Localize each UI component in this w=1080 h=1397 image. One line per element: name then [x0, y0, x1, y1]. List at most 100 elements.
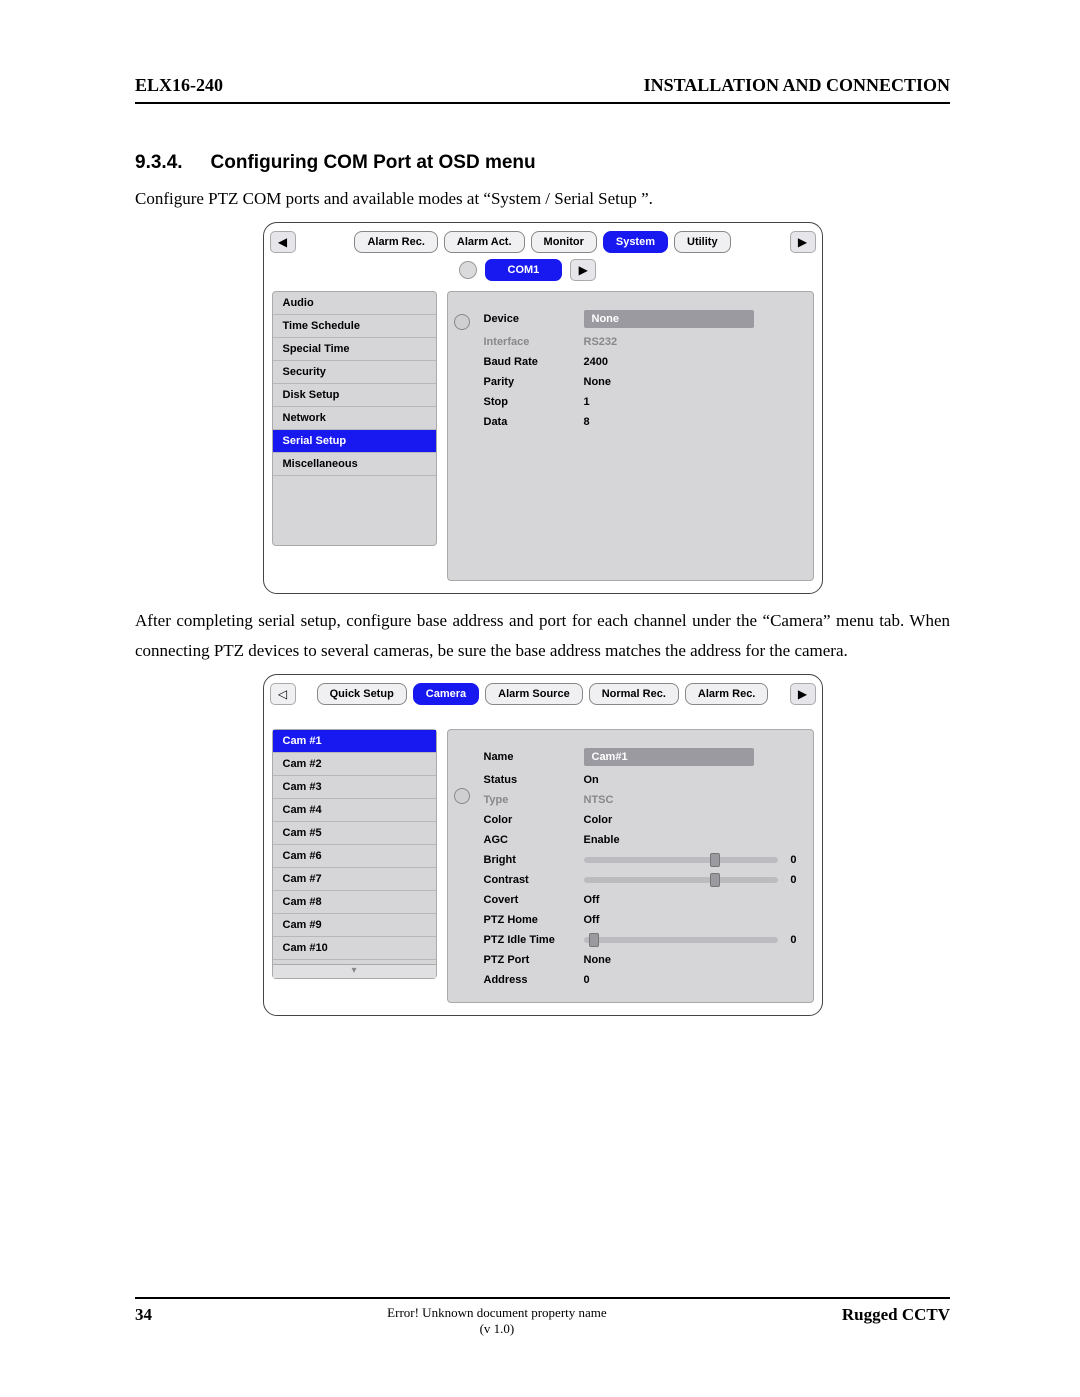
setting-value[interactable]: Enable: [580, 830, 801, 850]
setting-row: Data8: [460, 412, 801, 432]
tab-system[interactable]: System: [603, 231, 668, 253]
sidebar-item-cam-9[interactable]: Cam #9: [273, 914, 436, 937]
com-next-icon[interactable]: ▶: [570, 259, 596, 281]
sidebar-camera-list: Cam #1Cam #2Cam #3Cam #4Cam #5Cam #6Cam …: [272, 729, 437, 979]
setting-row: AGCEnable: [460, 830, 801, 850]
sidebar-item-cam-8[interactable]: Cam #8: [273, 891, 436, 914]
tab-monitor[interactable]: Monitor: [531, 231, 597, 253]
setting-label: Bright: [460, 850, 580, 870]
sidebar-item-cam-7[interactable]: Cam #7: [273, 868, 436, 891]
footer-right: Rugged CCTV: [842, 1305, 950, 1325]
setting-value[interactable]: Off: [580, 910, 801, 930]
setting-value[interactable]: 1: [580, 392, 801, 412]
nav-right-arrow-icon[interactable]: ▶: [790, 231, 816, 253]
sidebar-item-cam-4[interactable]: Cam #4: [273, 799, 436, 822]
setting-value[interactable]: Cam#1: [580, 744, 801, 770]
setting-row: NameCam#1: [460, 744, 801, 770]
camera-settings-panel: NameCam#1StatusOnTypeNTSCColorColorAGCEn…: [447, 729, 814, 1003]
setting-value[interactable]: None: [580, 950, 801, 970]
setting-label: Device: [460, 306, 580, 332]
setting-label: PTZ Idle Time: [460, 930, 580, 950]
setting-value[interactable]: None: [580, 306, 801, 332]
setting-label: AGC: [460, 830, 580, 850]
setting-row: Stop1: [460, 392, 801, 412]
setting-label: Color: [460, 810, 580, 830]
setting-row: Address0: [460, 970, 801, 990]
section-title: Configuring COM Port at OSD menu: [211, 152, 536, 174]
settings-panel: DeviceNoneInterfaceRS232Baud Rate2400Par…: [447, 291, 814, 581]
sidebar-item-cam-10[interactable]: Cam #10: [273, 937, 436, 960]
tab-alarm-rec-[interactable]: Alarm Rec.: [685, 683, 768, 705]
footer-center-line2: (v 1.0): [480, 1321, 515, 1336]
tab-quick-setup[interactable]: Quick Setup: [317, 683, 407, 705]
setting-row: InterfaceRS232: [460, 332, 801, 352]
tab-normal-rec-[interactable]: Normal Rec.: [589, 683, 679, 705]
sidebar-item-cam-2[interactable]: Cam #2: [273, 753, 436, 776]
sidebar-item-cam-5[interactable]: Cam #5: [273, 822, 436, 845]
setting-row: DeviceNone: [460, 306, 801, 332]
screenshot-camera-setup: ◁ Quick Setup Camera Alarm Source Normal Re…: [263, 674, 823, 1016]
com-prev-icon[interactable]: [459, 261, 477, 279]
tab-alarm-source[interactable]: Alarm Source: [485, 683, 583, 705]
sidebar-item-audio[interactable]: Audio: [273, 292, 436, 315]
setting-label: Address: [460, 970, 580, 990]
sidebar-item-miscellaneous[interactable]: Miscellaneous: [273, 453, 436, 476]
sidebar-item-time-schedule[interactable]: Time Schedule: [273, 315, 436, 338]
setting-value[interactable]: NTSC: [580, 790, 801, 810]
screenshot-serial-setup: ◀ Alarm Rec. Alarm Act. Monitor System Utili…: [263, 222, 823, 594]
setting-label: Parity: [460, 372, 580, 392]
slider-control[interactable]: 0: [580, 930, 801, 950]
setting-row: PTZ PortNone: [460, 950, 801, 970]
sidebar-item-special-time[interactable]: Special Time: [273, 338, 436, 361]
footer-center-line1: Error! Unknown document property name: [387, 1305, 607, 1320]
panel-scroll-icon[interactable]: [454, 314, 470, 330]
setting-label: Stop: [460, 392, 580, 412]
paragraph-1: Configure PTZ COM ports and available mo…: [135, 184, 950, 214]
slider-control[interactable]: 0: [580, 870, 801, 890]
sidebar-item-cam-3[interactable]: Cam #3: [273, 776, 436, 799]
tab-alarm-act-[interactable]: Alarm Act.: [444, 231, 525, 253]
setting-row: Bright0: [460, 850, 801, 870]
setting-row: CovertOff: [460, 890, 801, 910]
tab-camera[interactable]: Camera: [413, 683, 479, 705]
nav-left-arrow-icon[interactable]: ◀: [270, 231, 296, 253]
tab-alarm-rec-[interactable]: Alarm Rec.: [354, 231, 437, 253]
setting-row: Baud Rate2400: [460, 352, 801, 372]
setting-row: StatusOn: [460, 770, 801, 790]
setting-row: PTZ Idle Time0: [460, 930, 801, 950]
sidebar-item-cam-6[interactable]: Cam #6: [273, 845, 436, 868]
setting-value[interactable]: Off: [580, 890, 801, 910]
page-header: ELX16-240 INSTALLATION AND CONNECTION: [135, 75, 950, 104]
sidebar-scroll-indicator-icon[interactable]: ▾: [273, 964, 436, 978]
panel-scroll-icon[interactable]: [454, 788, 470, 804]
header-right: INSTALLATION AND CONNECTION: [644, 75, 950, 96]
nav-left-arrow-icon[interactable]: ◁: [270, 683, 296, 705]
setting-value[interactable]: 8: [580, 412, 801, 432]
setting-row: ParityNone: [460, 372, 801, 392]
slider-control[interactable]: 0: [580, 850, 801, 870]
setting-value[interactable]: On: [580, 770, 801, 790]
setting-label: Interface: [460, 332, 580, 352]
nav-right-arrow-icon[interactable]: ▶: [790, 683, 816, 705]
sidebar-item-security[interactable]: Security: [273, 361, 436, 384]
setting-row: Contrast0: [460, 870, 801, 890]
setting-value[interactable]: Color: [580, 810, 801, 830]
sidebar-item-disk-setup[interactable]: Disk Setup: [273, 384, 436, 407]
setting-label: Covert: [460, 890, 580, 910]
setting-value[interactable]: 2400: [580, 352, 801, 372]
header-left: ELX16-240: [135, 75, 223, 96]
sidebar-item-serial-setup[interactable]: Serial Setup: [273, 430, 436, 453]
setting-label: Data: [460, 412, 580, 432]
footer-page-number: 34: [135, 1305, 152, 1325]
sidebar-item-cam-1[interactable]: Cam #1: [273, 730, 436, 753]
setting-value[interactable]: None: [580, 372, 801, 392]
setting-row: PTZ HomeOff: [460, 910, 801, 930]
setting-label: PTZ Home: [460, 910, 580, 930]
tab-utility[interactable]: Utility: [674, 231, 731, 253]
setting-value[interactable]: 0: [580, 970, 801, 990]
sidebar-item-network[interactable]: Network: [273, 407, 436, 430]
paragraph-2: After completing serial setup, configure…: [135, 606, 950, 666]
sidebar-list: AudioTime ScheduleSpecial TimeSecurityDi…: [272, 291, 437, 546]
setting-value[interactable]: RS232: [580, 332, 801, 352]
com-port-button[interactable]: COM1: [485, 259, 563, 281]
